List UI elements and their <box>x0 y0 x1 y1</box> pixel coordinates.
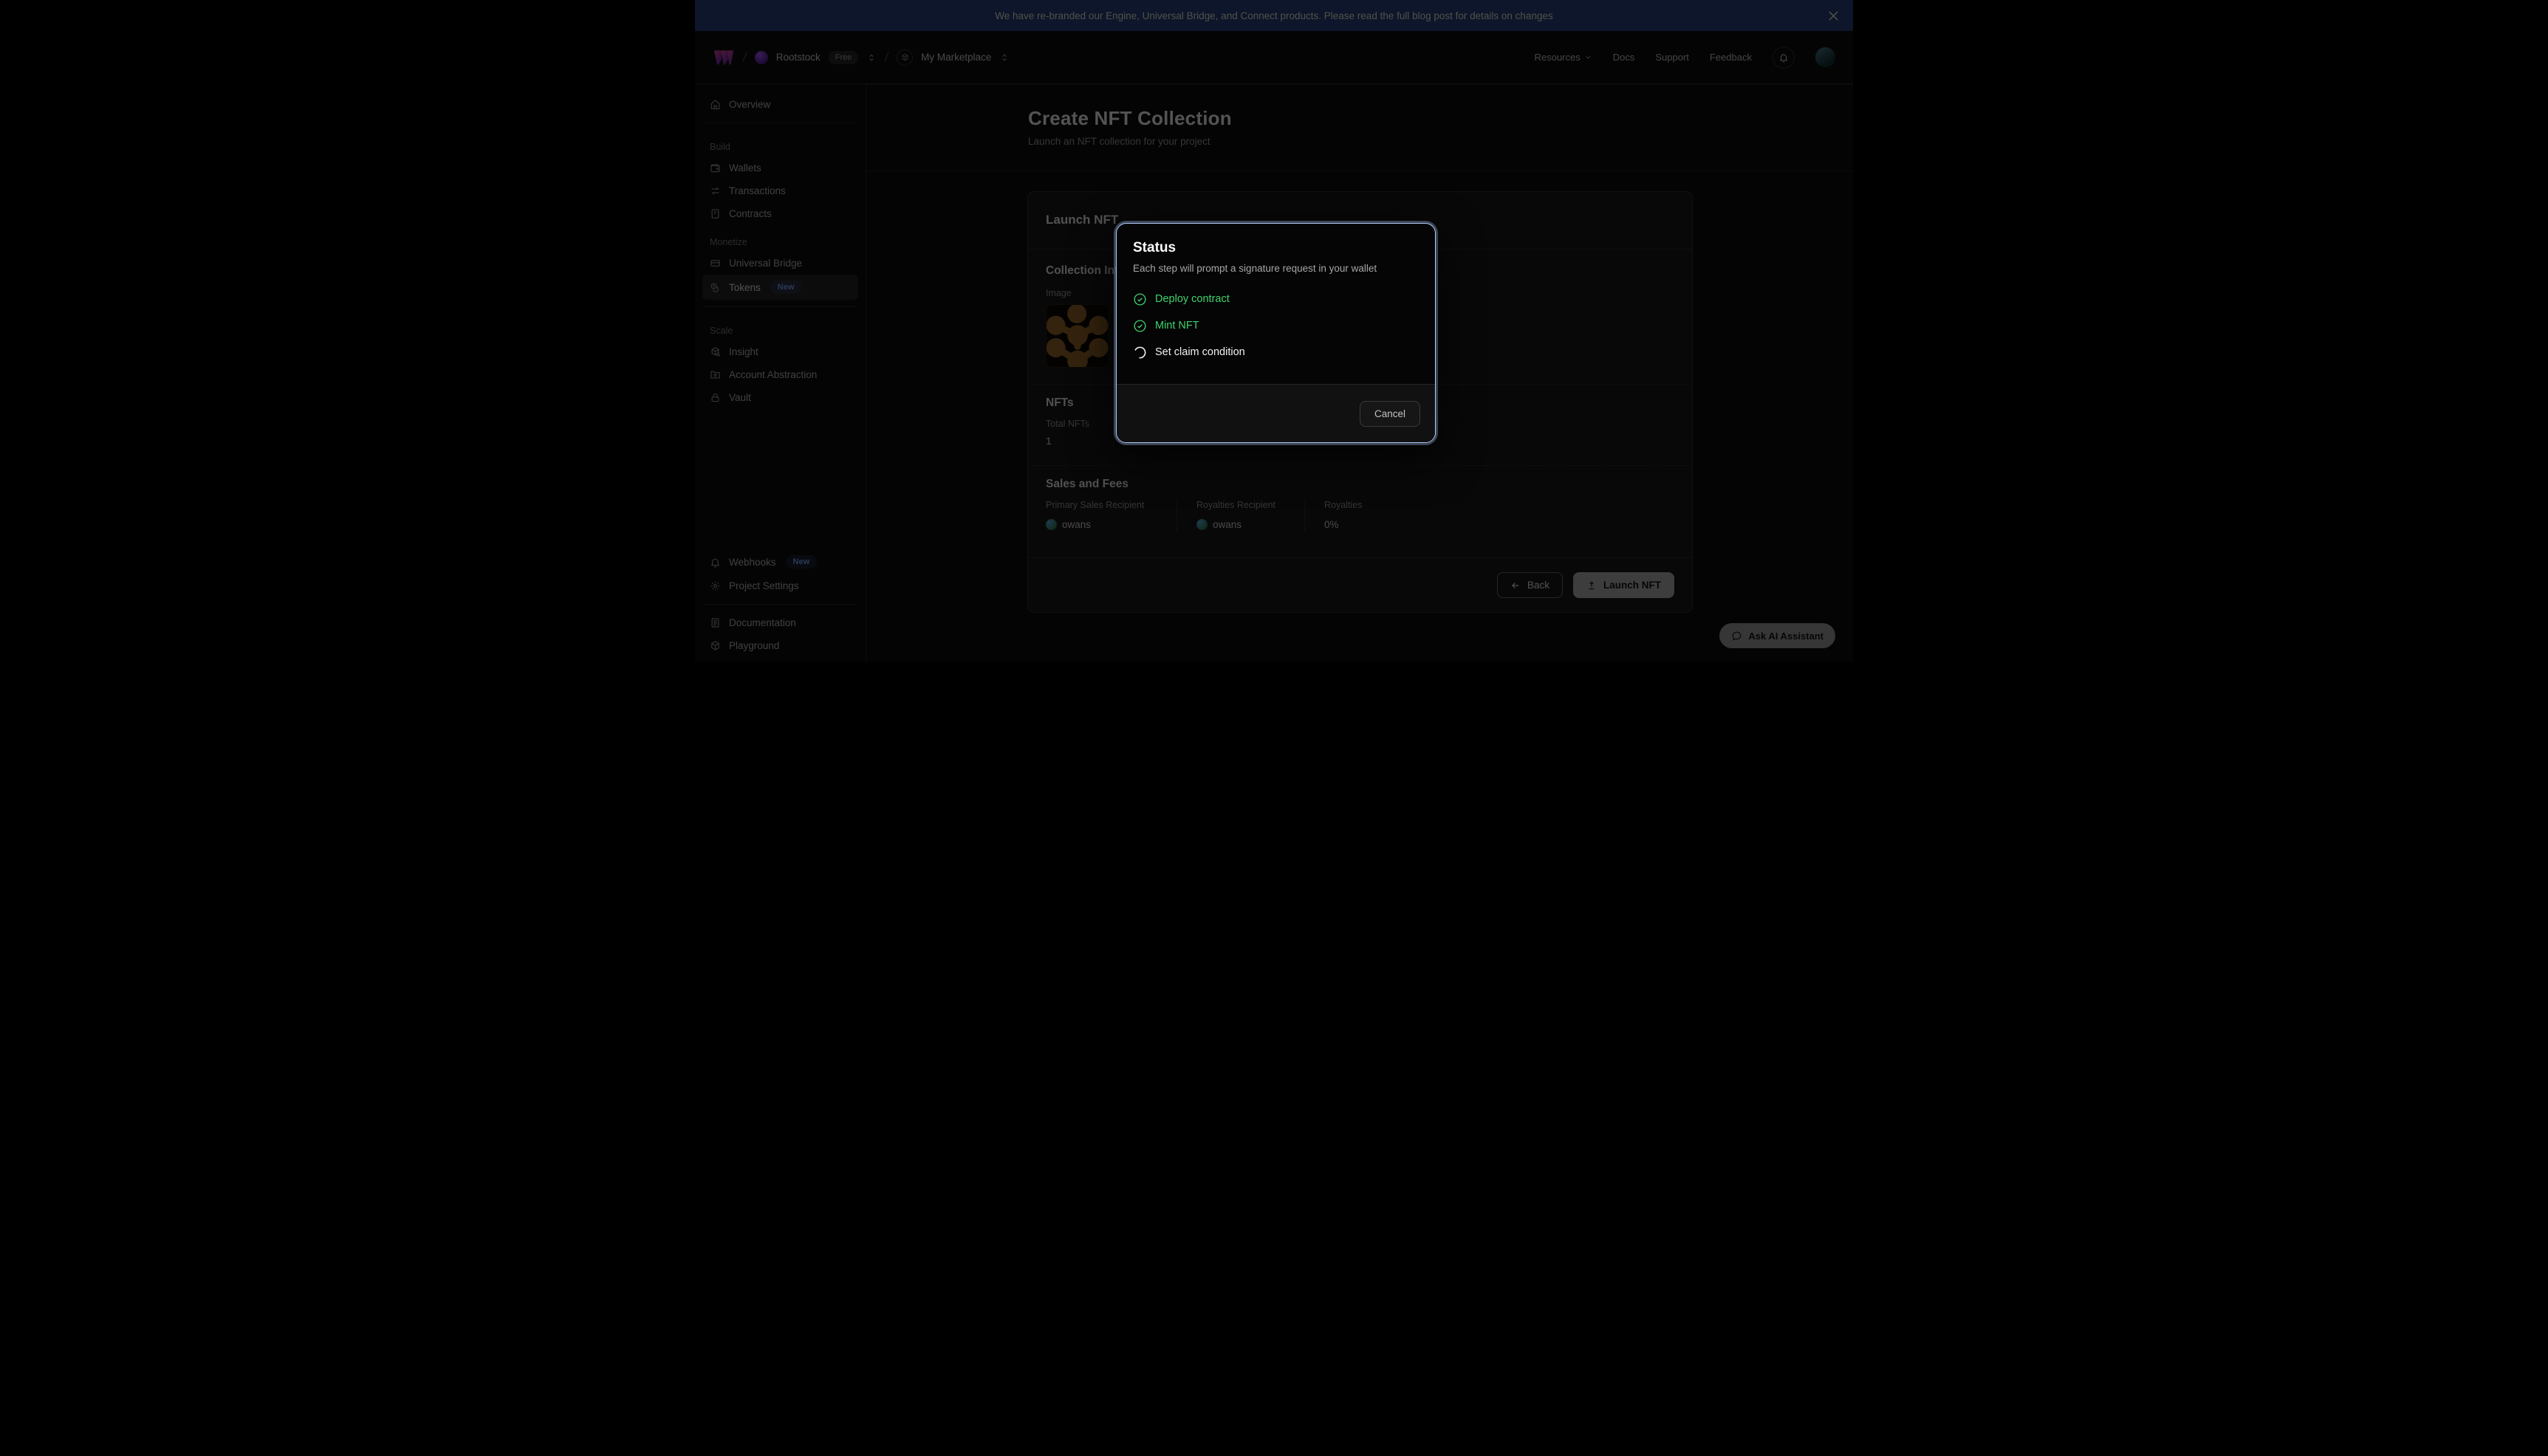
modal-footer: Cancel <box>1117 384 1435 442</box>
modal-description: Each step will prompt a signature reques… <box>1133 263 1419 274</box>
step-mint-nft: Mint NFT <box>1133 318 1419 333</box>
spinner-icon <box>1133 346 1147 360</box>
status-modal: Status Each step will prompt a signature… <box>1116 223 1436 443</box>
check-circle-icon <box>1133 319 1147 333</box>
step-list: Deploy contract Mint NFT Set claim condi… <box>1133 292 1419 360</box>
cancel-button[interactable]: Cancel <box>1360 401 1420 427</box>
step-deploy-contract: Deploy contract <box>1133 292 1419 306</box>
step-set-claim-condition: Set claim condition <box>1133 345 1419 360</box>
app-window: We have re-branded our Engine, Universal… <box>695 0 1853 662</box>
check-circle-icon <box>1133 292 1147 306</box>
modal-title: Status <box>1133 240 1419 256</box>
